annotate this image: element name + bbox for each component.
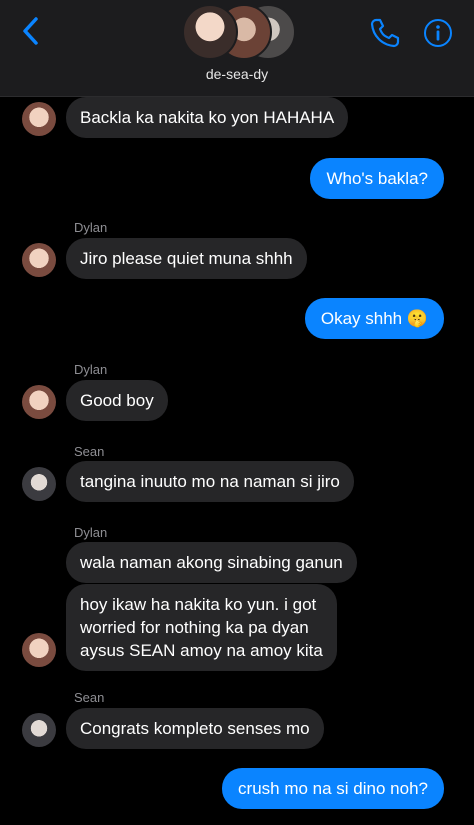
outgoing-bubble[interactable]: Okay shhh 🤫 [304, 298, 444, 339]
avatar [22, 102, 56, 136]
incoming-bubble[interactable]: Jiro please quiet muna shhh [66, 238, 307, 279]
incoming-bubble[interactable]: Backla ka nakita ko yon HAHAHA [66, 97, 349, 138]
incoming-bubble[interactable]: wala naman akong sinabing ganun [66, 542, 357, 583]
incoming-bubble[interactable]: tangina inuuto mo na naman si jiro [66, 461, 354, 502]
outgoing-bubble[interactable]: Who's bakla? [310, 158, 444, 199]
incoming-bubble[interactable]: Congrats kompleto senses mo [66, 708, 324, 749]
avatar [22, 243, 56, 277]
chevron-left-icon [23, 17, 38, 45]
sender-name: Dylan [74, 525, 108, 540]
avatar [22, 467, 56, 501]
group-avatars[interactable] [182, 4, 296, 60]
info-icon[interactable] [423, 18, 453, 48]
avatar [22, 633, 56, 667]
avatar [22, 385, 56, 419]
sender-name: Sean [74, 444, 105, 459]
conversation-header: de-sea-dy [0, 0, 474, 97]
group-name[interactable]: de-sea-dy [0, 66, 474, 82]
sender-name: Dylan [74, 362, 108, 377]
message-thread[interactable]: Backla ka nakita ko yon HAHAHA Who's bak… [0, 96, 474, 825]
outgoing-bubble[interactable]: crush mo na si dino noh? [222, 768, 444, 809]
phone-icon[interactable] [368, 16, 402, 50]
avatar [182, 4, 238, 60]
incoming-bubble[interactable]: hoy ikaw ha nakita ko yun. i got worried… [66, 584, 337, 671]
back-button[interactable] [16, 14, 46, 48]
sender-name: Sean [74, 690, 105, 705]
incoming-bubble[interactable]: Good boy [66, 380, 168, 421]
sender-name: Dylan [74, 220, 108, 235]
avatar [22, 713, 56, 747]
